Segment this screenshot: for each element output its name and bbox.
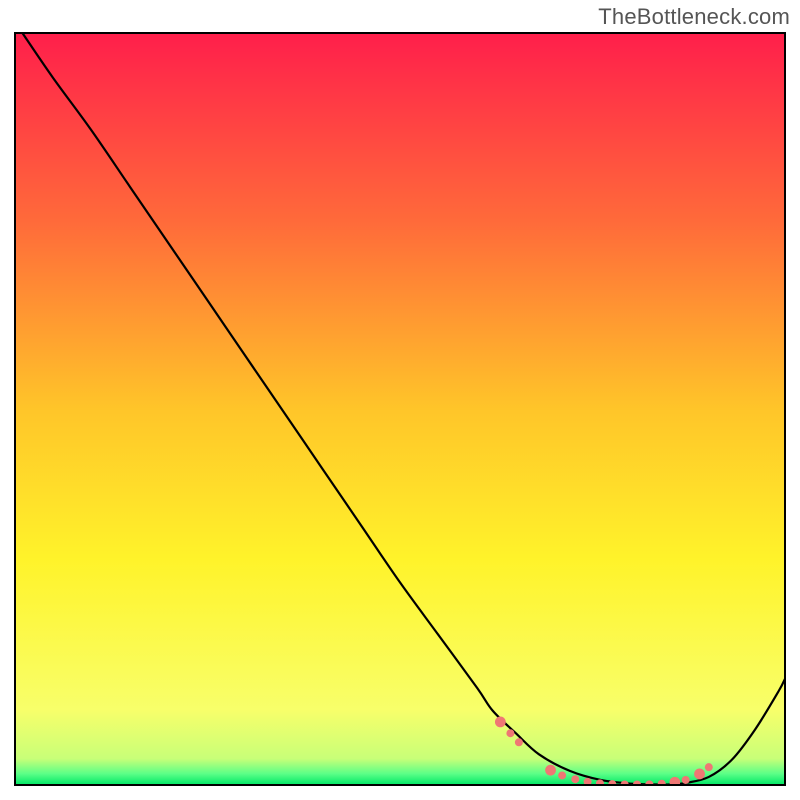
- valley-dot: [705, 763, 713, 771]
- valley-dot: [571, 775, 579, 783]
- valley-dot: [495, 717, 506, 728]
- valley-dot: [506, 729, 514, 737]
- gradient-background: [15, 33, 785, 785]
- chart-frame: [14, 32, 786, 786]
- valley-dot: [694, 769, 705, 780]
- valley-dot: [545, 765, 556, 776]
- valley-dot: [515, 738, 523, 746]
- valley-dot: [558, 771, 566, 779]
- watermark-text: TheBottleneck.com: [598, 4, 790, 30]
- valley-dot: [682, 776, 690, 784]
- chart-stage: TheBottleneck.com: [0, 0, 800, 800]
- bottleneck-chart: [14, 32, 786, 786]
